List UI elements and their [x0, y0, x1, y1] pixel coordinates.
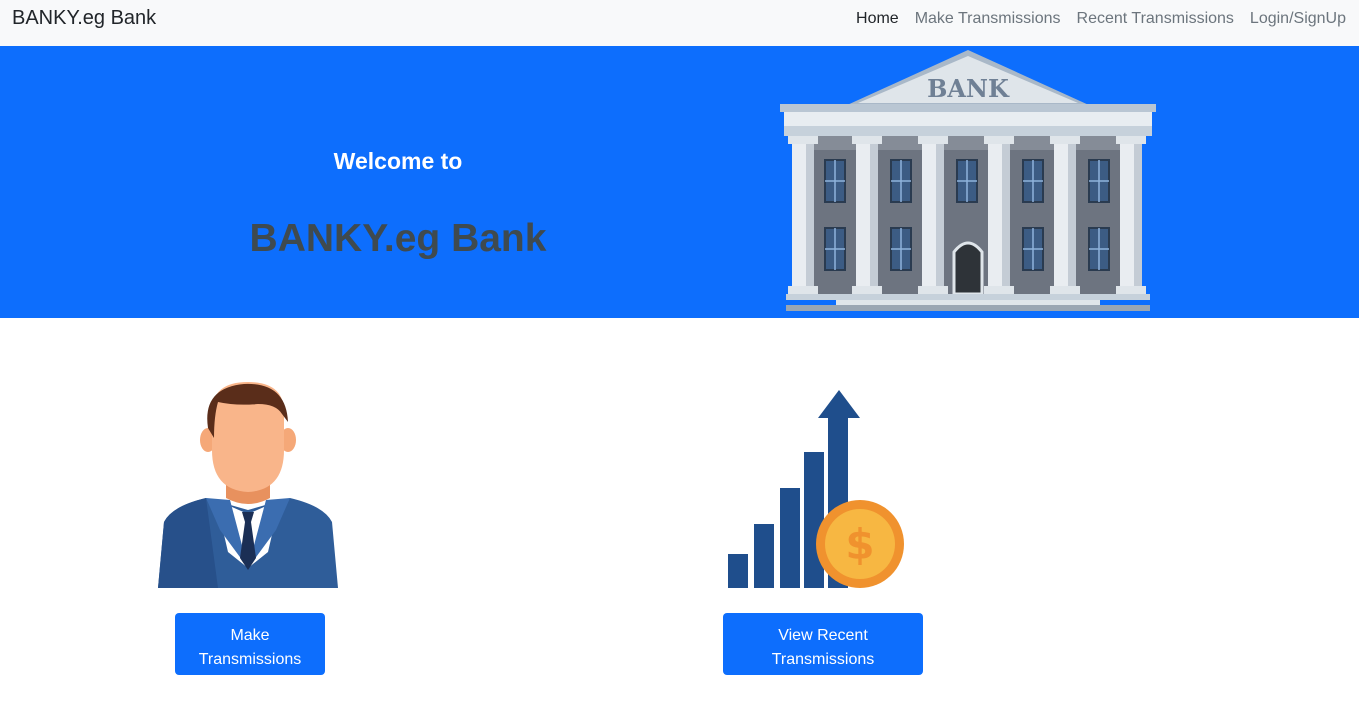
make-transmissions-label-line1: Make: [230, 626, 270, 644]
svg-text:$: $: [845, 520, 874, 569]
view-recent-label-line1: View Recent: [778, 626, 868, 644]
brand-link[interactable]: BANKY.eg Bank: [12, 7, 156, 30]
nav-link-make-transmissions[interactable]: Make Transmissions: [915, 9, 1061, 29]
businessman-icon: [158, 382, 338, 588]
nav-links: Home Make Transmissions Recent Transmiss…: [856, 9, 1346, 29]
bank-sign-text: BANK: [927, 74, 1010, 103]
navbar: BANKY.eg Bank Home Make Transmissions Re…: [0, 0, 1359, 46]
hero-title: BANKY.eg Bank: [249, 217, 547, 260]
view-recent-label-line2: Transmissions: [771, 650, 875, 668]
make-transmissions-button[interactable]: Make Transmissions: [175, 613, 325, 675]
nav-link-home[interactable]: Home: [856, 9, 899, 29]
hero-welcome-text: Welcome to: [333, 148, 463, 174]
growth-chart-dollar-icon: $: [728, 390, 904, 588]
nav-link-login-signup[interactable]: Login/SignUp: [1250, 9, 1346, 29]
view-recent-transmissions-button[interactable]: View Recent Transmissions: [723, 613, 923, 675]
nav-link-recent-transmissions[interactable]: Recent Transmissions: [1077, 9, 1234, 29]
make-transmissions-label-line2: Transmissions: [198, 650, 302, 668]
bank-building-icon: BANK: [780, 50, 1156, 311]
